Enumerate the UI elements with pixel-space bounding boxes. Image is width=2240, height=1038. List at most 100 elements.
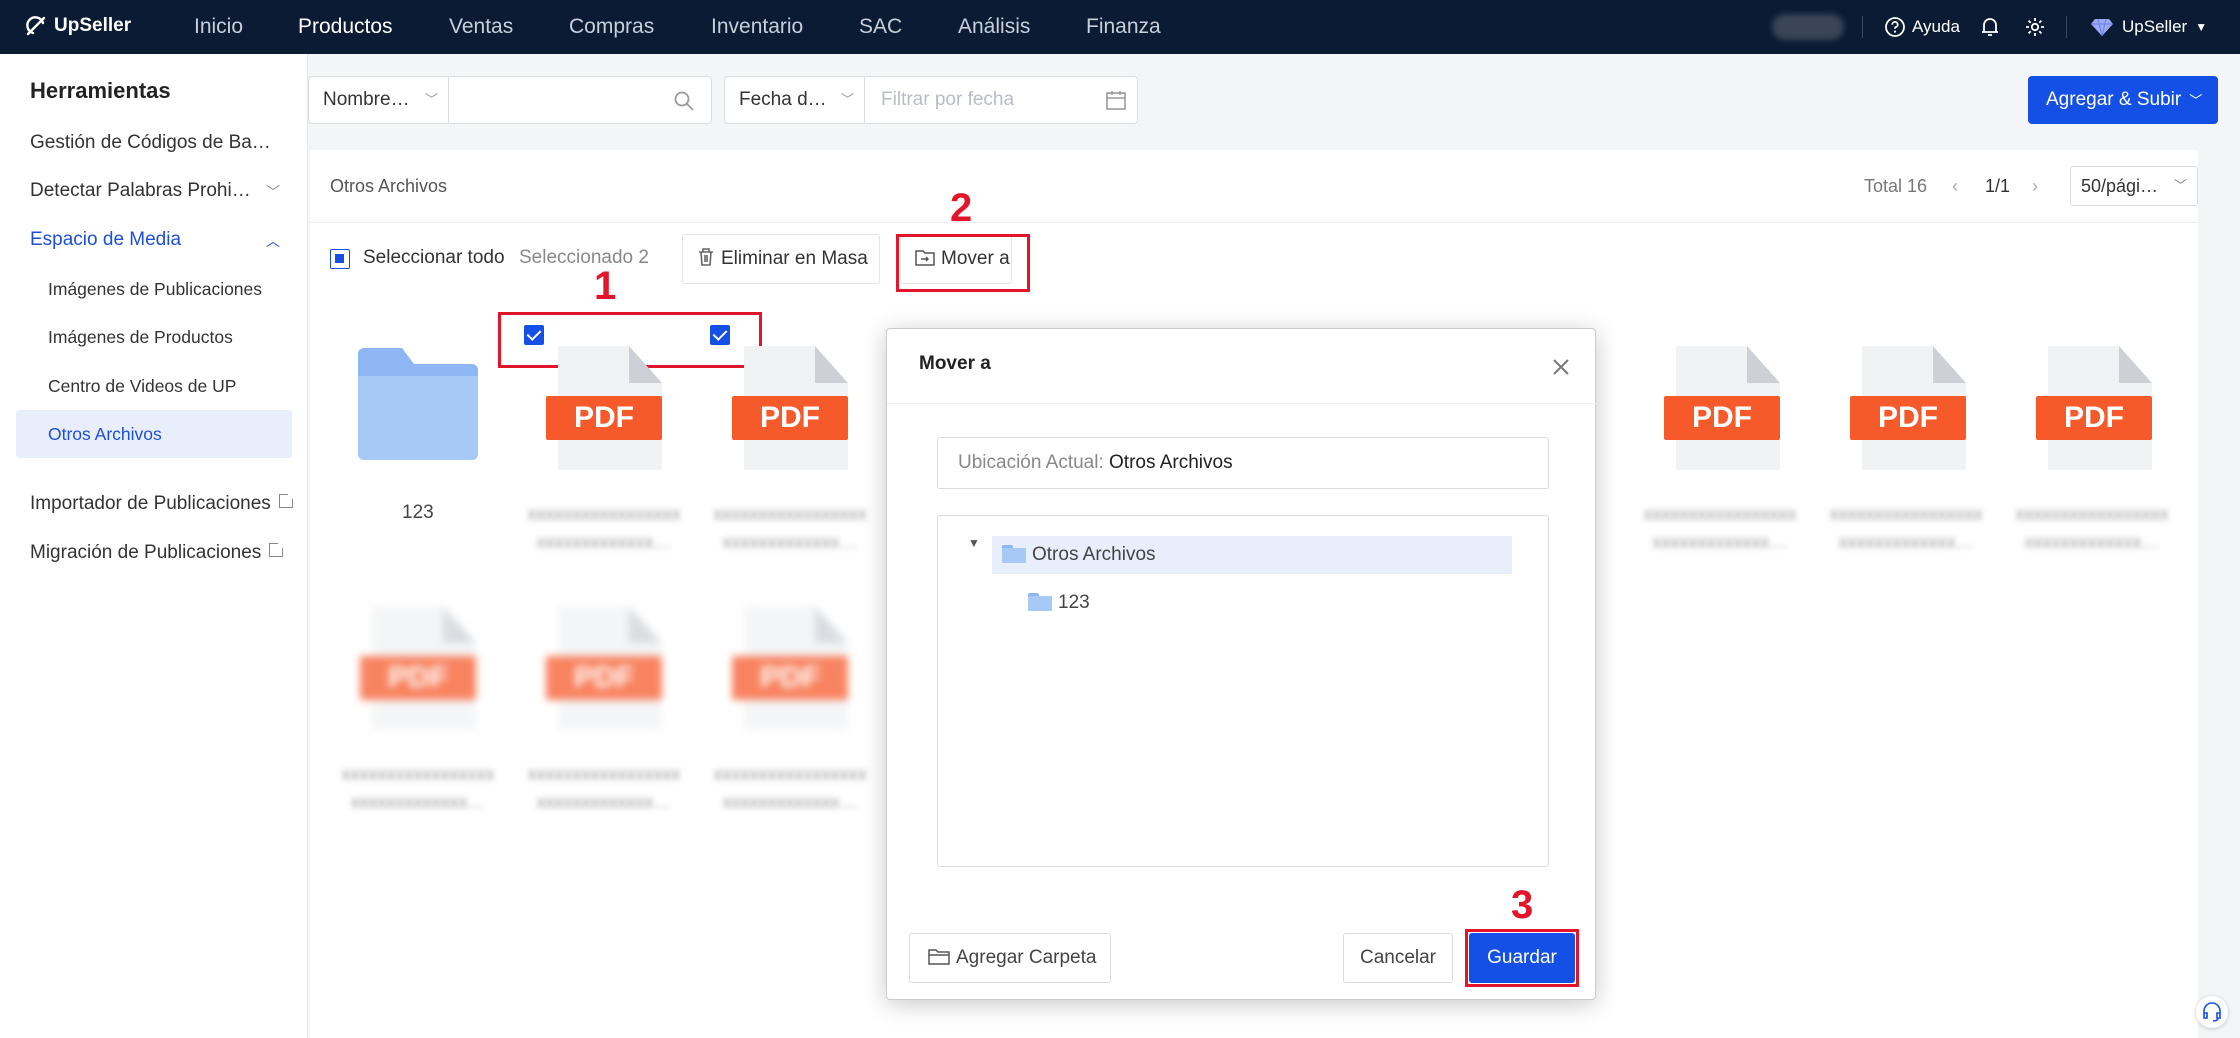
sidebar-sub-video-center[interactable]: Centro de Videos de UP xyxy=(16,362,292,410)
diamond-icon xyxy=(2091,18,2113,37)
page-indicator: 1/1 xyxy=(1985,176,2011,196)
folder-outline-icon xyxy=(928,949,950,965)
nav-compras[interactable]: Compras xyxy=(569,15,654,39)
add-folder-button[interactable]: Agregar Carpeta xyxy=(909,933,1111,983)
nav-productos[interactable]: Productos xyxy=(298,15,393,39)
chevron-up-icon: ︿ xyxy=(266,233,280,249)
sidebar-item-prohibited-words[interactable]: Detectar Palabras Prohi… ﹀ xyxy=(30,180,290,202)
pdf-file-icon[interactable]: PDF xyxy=(1664,346,1780,470)
select-all-checkbox[interactable] xyxy=(330,249,350,269)
pdf-file-icon[interactable]: PDF xyxy=(732,606,848,730)
sidebar: Herramientas Gestión de Códigos de Ba… D… xyxy=(0,54,308,1038)
folder-name: 123 xyxy=(402,502,434,523)
file-name-blurred: xxxxxxxxxxxxxxxxx xxxxxxxxxxxxx… xyxy=(2015,504,2169,552)
folder-icon xyxy=(1002,545,1026,563)
caret-down-icon[interactable]: ▼ xyxy=(968,536,980,550)
select-value: 50/pági… xyxy=(2081,176,2159,196)
bell-icon xyxy=(1982,18,1998,36)
nav-inicio[interactable]: Inicio xyxy=(194,15,243,39)
account-menu[interactable]: UpSeller ▼ xyxy=(2090,0,2207,54)
external-link-icon xyxy=(269,541,286,557)
search-icon[interactable] xyxy=(673,90,695,112)
selected-count: Seleccionado 2 xyxy=(519,247,649,268)
sidebar-item-label: Migración de Publicaciones xyxy=(30,542,262,563)
button-label: Agregar & Subir xyxy=(2046,89,2182,110)
current-location-label: Ubicación Actual: xyxy=(958,452,1104,473)
calendar-icon[interactable] xyxy=(1105,89,1127,111)
total-count: Total 16 xyxy=(1864,176,1928,196)
annotation-number-1: 1 xyxy=(594,264,617,308)
nav-finanza[interactable]: Finanza xyxy=(1086,15,1161,39)
sidebar-item-label: Gestión de Códigos de Ba… xyxy=(30,132,271,153)
divider xyxy=(887,403,1597,404)
date-type-select[interactable]: Fecha d… ﹀ xyxy=(725,77,865,123)
nav-analisis[interactable]: Análisis xyxy=(958,15,1030,39)
support-chat-button[interactable] xyxy=(2196,996,2228,1028)
sidebar-item-media-space[interactable]: Espacio de Media ︿ xyxy=(30,229,290,251)
gear-icon xyxy=(2026,18,2044,36)
current-location-field: Ubicación Actual: Otros Archivos xyxy=(937,437,1549,489)
name-search-group: Nombre… ﹀ xyxy=(308,76,712,124)
store-selector-blurred[interactable] xyxy=(1772,14,1844,40)
chevron-down-icon: ﹀ xyxy=(2173,178,2187,193)
file-checkbox-1[interactable] xyxy=(524,325,544,345)
account-name: UpSeller xyxy=(2122,17,2188,36)
file-name-blurred: xxxxxxxxxxxxxxxxx xxxxxxxxxxxxx… xyxy=(527,504,681,552)
headset-icon xyxy=(2203,1002,2221,1022)
bulk-delete-button[interactable]: Eliminar en Masa xyxy=(682,234,880,284)
tree-node-123[interactable]: 123 xyxy=(1028,584,1228,622)
folder-tree: ▼ Otros Archivos 123 xyxy=(937,515,1549,867)
button-label: Agregar Carpeta xyxy=(956,947,1097,968)
brand-logo[interactable]: UpSeller xyxy=(24,14,131,38)
folder-icon xyxy=(1028,593,1052,611)
tree-node-label: 123 xyxy=(1058,592,1090,613)
file-name-blurred: xxxxxxxxxxxxxxxxx xxxxxxxxxxxxx… xyxy=(527,764,681,812)
name-field-select[interactable]: Nombre… ﹀ xyxy=(309,77,449,123)
pdf-file-icon[interactable]: PDF xyxy=(546,346,662,470)
pdf-file-icon[interactable]: PDF xyxy=(1850,346,1966,470)
date-filter-input[interactable]: Filtrar por fecha xyxy=(881,77,1014,123)
sidebar-item-label: Espacio de Media xyxy=(30,229,182,250)
sidebar-sub-product-images[interactable]: Imágenes de Productos xyxy=(16,313,292,361)
annotation-box-3 xyxy=(1465,929,1579,987)
sidebar-item-listing-importer[interactable]: Importador de Publicaciones xyxy=(30,492,295,515)
nav-sac[interactable]: SAC xyxy=(859,15,902,39)
help-label: Ayuda xyxy=(1912,17,1960,36)
cancel-button[interactable]: Cancelar xyxy=(1343,933,1453,983)
annotation-box-2 xyxy=(896,234,1030,292)
select-all-label[interactable]: Seleccionar todo xyxy=(363,247,505,269)
brand-name: UpSeller xyxy=(54,15,132,36)
help-link[interactable]: Ayuda xyxy=(1884,0,1960,54)
external-link-icon xyxy=(278,492,295,508)
question-circle-icon xyxy=(1885,17,1905,37)
tree-node-label: Otros Archivos xyxy=(1032,544,1156,565)
sidebar-title: Herramientas xyxy=(30,78,171,103)
name-search-input[interactable] xyxy=(450,77,670,123)
file-name-blurred: xxxxxxxxxxxxxxxxx xxxxxxxxxxxxx… xyxy=(713,504,867,552)
add-upload-button[interactable]: Agregar & Subir ﹀ xyxy=(2028,76,2218,124)
tree-node-root[interactable]: Otros Archivos xyxy=(992,536,1512,574)
per-page-select[interactable]: 50/pági… ﹀ xyxy=(2070,166,2198,206)
notifications-button[interactable] xyxy=(1980,0,2000,54)
top-nav: UpSeller Inicio Productos Ventas Compras… xyxy=(0,0,2240,54)
sidebar-sub-other-files[interactable]: Otros Archivos xyxy=(16,410,292,458)
pdf-file-icon[interactable]: PDF xyxy=(2036,346,2152,470)
file-checkbox-2[interactable] xyxy=(710,325,730,345)
chevron-down-icon: ﹀ xyxy=(266,184,280,200)
close-icon[interactable] xyxy=(1549,355,1573,379)
prev-page-icon[interactable]: ‹ xyxy=(1952,176,1958,197)
move-to-dialog: Mover a Ubicación Actual: Otros Archivos… xyxy=(886,328,1597,1000)
sidebar-item-listing-migration[interactable]: Migración de Publicaciones xyxy=(30,541,286,564)
select-value: Nombre… xyxy=(323,89,410,110)
select-value: Fecha d… xyxy=(739,89,827,110)
annotation-number-2: 2 xyxy=(950,186,973,230)
nav-ventas[interactable]: Ventas xyxy=(449,15,513,39)
pdf-file-icon[interactable]: PDF xyxy=(360,606,476,730)
sidebar-item-barcodes[interactable]: Gestión de Códigos de Ba… xyxy=(30,132,271,154)
next-page-icon[interactable]: › xyxy=(2032,176,2038,197)
sidebar-sub-listing-images[interactable]: Imágenes de Publicaciones xyxy=(16,265,292,313)
pdf-file-icon[interactable]: PDF xyxy=(546,606,662,730)
pdf-file-icon[interactable]: PDF xyxy=(732,346,848,470)
nav-inventario[interactable]: Inventario xyxy=(711,15,803,39)
settings-button[interactable] xyxy=(2024,0,2046,54)
